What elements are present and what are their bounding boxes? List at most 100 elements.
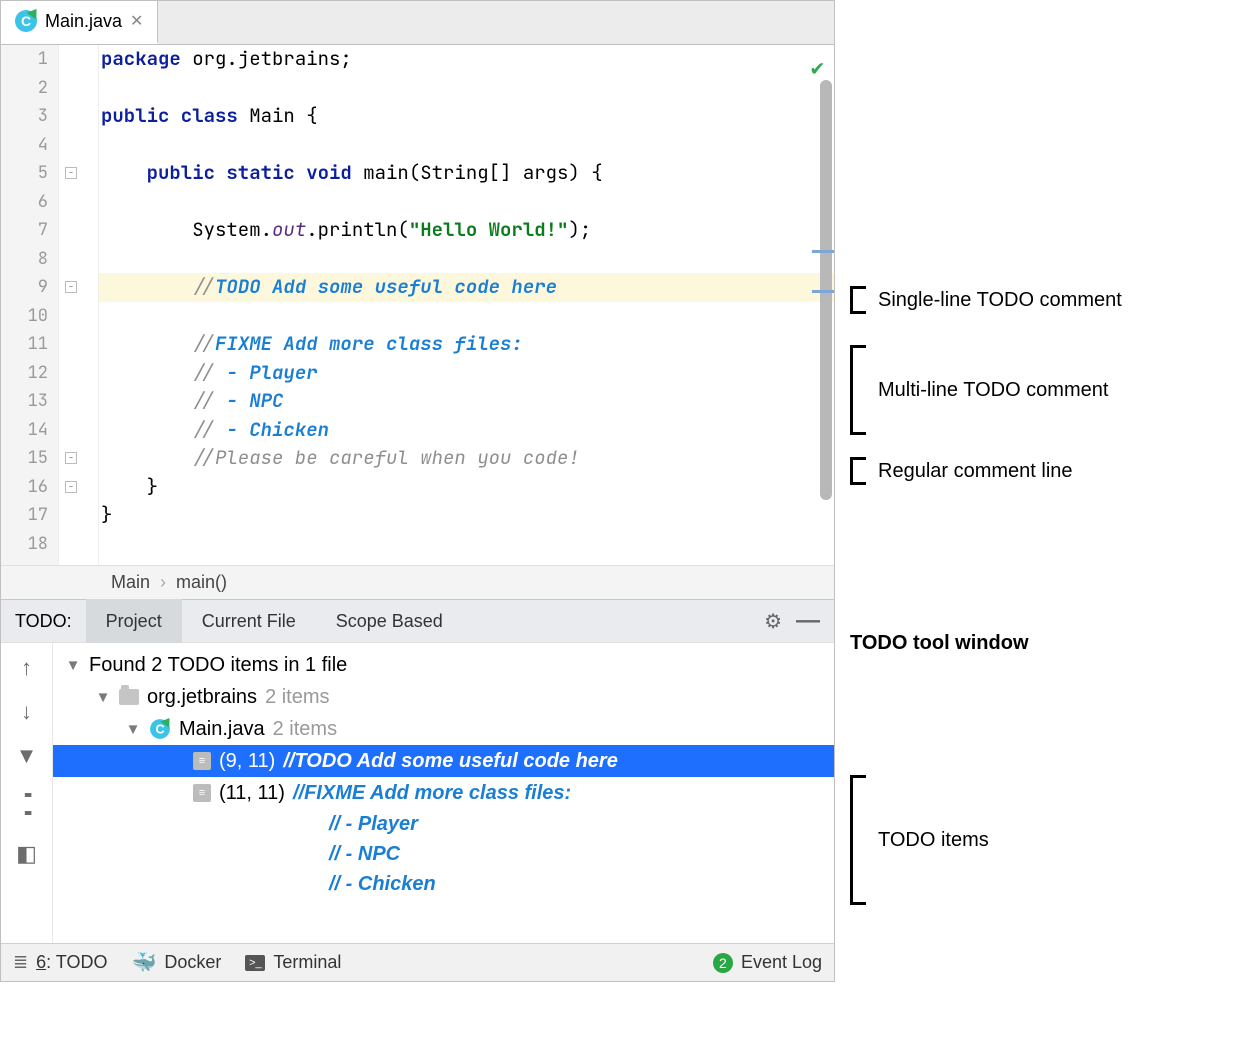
file-tab[interactable]: C Main.java ✕ (1, 1, 158, 44)
line-number: 6 (1, 188, 48, 217)
todo-marker[interactable] (812, 290, 834, 293)
arrow-down-icon[interactable]: ↓ (21, 699, 32, 725)
todo-toolbar: ↑ ↓ ▼ ▪▪▪▪ ◧ (1, 643, 53, 943)
code-line[interactable]: } (99, 473, 834, 502)
code-line[interactable]: // - Player (99, 359, 834, 388)
java-class-icon: C (150, 719, 170, 739)
item-count: 2 items (273, 718, 337, 741)
fold-toggle-icon[interactable]: − (65, 167, 77, 179)
annotation-label: TODO items (878, 829, 989, 852)
code-line[interactable]: public class Main { (99, 102, 834, 131)
todo-panel-title: TODO: (15, 611, 72, 632)
line-number: 3 (1, 102, 48, 131)
code-line[interactable] (99, 302, 834, 331)
group-icon[interactable]: ▪▪▪▪ (24, 787, 29, 823)
fold-toggle-icon[interactable]: − (65, 481, 77, 493)
todo-text: //FIXME Add more class files: (293, 782, 571, 805)
todo-package-row[interactable]: ▼ org.jetbrains 2 items (53, 681, 834, 713)
code-line[interactable]: } (99, 501, 834, 530)
code-line[interactable]: //FIXME Add more class files: (99, 330, 834, 359)
breadcrumb-item[interactable]: main() (176, 572, 227, 593)
line-icon: ≡ (193, 752, 211, 770)
list-icon: ≣ (13, 952, 28, 973)
annotation-label: Single-line TODO comment (878, 289, 1122, 312)
line-icon: ≡ (193, 784, 211, 802)
breadcrumb-item[interactable]: Main (111, 572, 150, 593)
chevron-down-icon[interactable]: ▼ (95, 689, 111, 706)
todo-tab-currentfile[interactable]: Current File (182, 599, 316, 643)
toolwindow-todo-button[interactable]: ≣ 6: TODO (13, 952, 107, 973)
todo-tree[interactable]: ▼ Found 2 TODO items in 1 file ▼ org.jet… (53, 643, 834, 943)
fold-toggle-icon[interactable]: − (65, 281, 77, 293)
editor-tabbar: C Main.java ✕ (1, 1, 834, 45)
arrow-up-icon[interactable]: ↑ (21, 655, 32, 681)
gear-icon[interactable]: ⚙ (764, 609, 782, 634)
code-line[interactable] (99, 188, 834, 217)
code-line[interactable] (99, 245, 834, 274)
status-bar: ≣ 6: TODO 🐳 Docker >_ Terminal 2 Event L… (1, 943, 834, 981)
code-line[interactable]: package org.jetbrains; (99, 45, 834, 74)
line-number: 15 (1, 444, 48, 473)
todo-coord: (11, 11) (219, 782, 285, 805)
chevron-down-icon[interactable]: ▼ (125, 721, 141, 738)
code-line[interactable] (99, 131, 834, 160)
package-name: org.jetbrains (147, 686, 257, 709)
line-number: 17 (1, 501, 48, 530)
toolwindow-terminal-button[interactable]: >_ Terminal (245, 952, 341, 973)
todo-marker[interactable] (812, 250, 834, 253)
tab-filename: Main.java (45, 11, 122, 32)
todo-item-row[interactable]: ≡ (9, 11) //TODO Add some useful code he… (53, 745, 834, 777)
line-number: 9 (1, 273, 48, 302)
package-icon (119, 689, 139, 705)
minimize-icon[interactable]: — (796, 607, 820, 635)
line-number: 7 (1, 216, 48, 245)
todo-summary: Found 2 TODO items in 1 file (89, 654, 347, 677)
ide-window: C Main.java ✕ 12345678910111213141516171… (0, 0, 835, 982)
annotation-label: TODO tool window (850, 632, 1029, 655)
line-number: 13 (1, 387, 48, 416)
line-number: 14 (1, 416, 48, 445)
line-number: 5 (1, 159, 48, 188)
todo-panel-body: ↑ ↓ ▼ ▪▪▪▪ ◧ ▼ Found 2 TODO items in 1 f… (1, 643, 834, 943)
code-line[interactable]: // - Chicken (99, 416, 834, 445)
code-line[interactable] (99, 74, 834, 103)
line-number: 8 (1, 245, 48, 274)
line-number: 10 (1, 302, 48, 331)
line-number: 12 (1, 359, 48, 388)
todo-coord: (9, 11) (219, 750, 275, 773)
line-number: 16 (1, 473, 48, 502)
code-line[interactable]: //TODO Add some useful code here (99, 273, 834, 302)
terminal-icon: >_ (245, 955, 265, 971)
code-line[interactable]: //Please be careful when you code! (99, 444, 834, 473)
line-number-gutter: 123456789101112131415161718 (1, 45, 59, 565)
code-line[interactable]: // - NPC (99, 387, 834, 416)
code-line[interactable]: public static void main(String[] args) { (99, 159, 834, 188)
line-number: 1 (1, 45, 48, 74)
todo-tab-project[interactable]: Project (86, 599, 182, 643)
todo-file-row[interactable]: ▼ C Main.java 2 items (53, 713, 834, 745)
breadcrumb: Main › main() (1, 565, 834, 599)
preview-icon[interactable]: ◧ (16, 841, 37, 867)
fold-toggle-icon[interactable]: − (65, 452, 77, 464)
todo-item-extra: // - NPC (53, 839, 834, 869)
code-editor[interactable]: 123456789101112131415161718 −−−− ✔ packa… (1, 45, 834, 565)
item-count: 2 items (265, 686, 329, 709)
fold-column: − − − − (59, 45, 99, 565)
close-icon[interactable]: ✕ (130, 11, 143, 31)
todo-tab-scope[interactable]: Scope Based (316, 599, 463, 643)
code-line[interactable] (99, 530, 834, 559)
file-name: Main.java (179, 718, 265, 741)
line-number: 2 (1, 74, 48, 103)
chevron-down-icon[interactable]: ▼ (65, 657, 81, 674)
code-area[interactable]: ✔ package org.jetbrains;public class Mai… (99, 45, 834, 565)
annotation-label: Multi-line TODO comment (878, 379, 1108, 402)
todo-summary-row[interactable]: ▼ Found 2 TODO items in 1 file (53, 649, 834, 681)
annotation-label: Regular comment line (878, 460, 1073, 483)
filter-icon[interactable]: ▼ (16, 743, 38, 769)
line-number: 11 (1, 330, 48, 359)
event-log-button[interactable]: 2 Event Log (713, 952, 822, 973)
todo-item-row[interactable]: ≡ (11, 11) //FIXME Add more class files: (53, 777, 834, 809)
toolwindow-docker-button[interactable]: 🐳 Docker (131, 950, 221, 975)
todo-item-extra: // - Chicken (53, 869, 834, 899)
code-line[interactable]: System.out.println("Hello World!"); (99, 216, 834, 245)
